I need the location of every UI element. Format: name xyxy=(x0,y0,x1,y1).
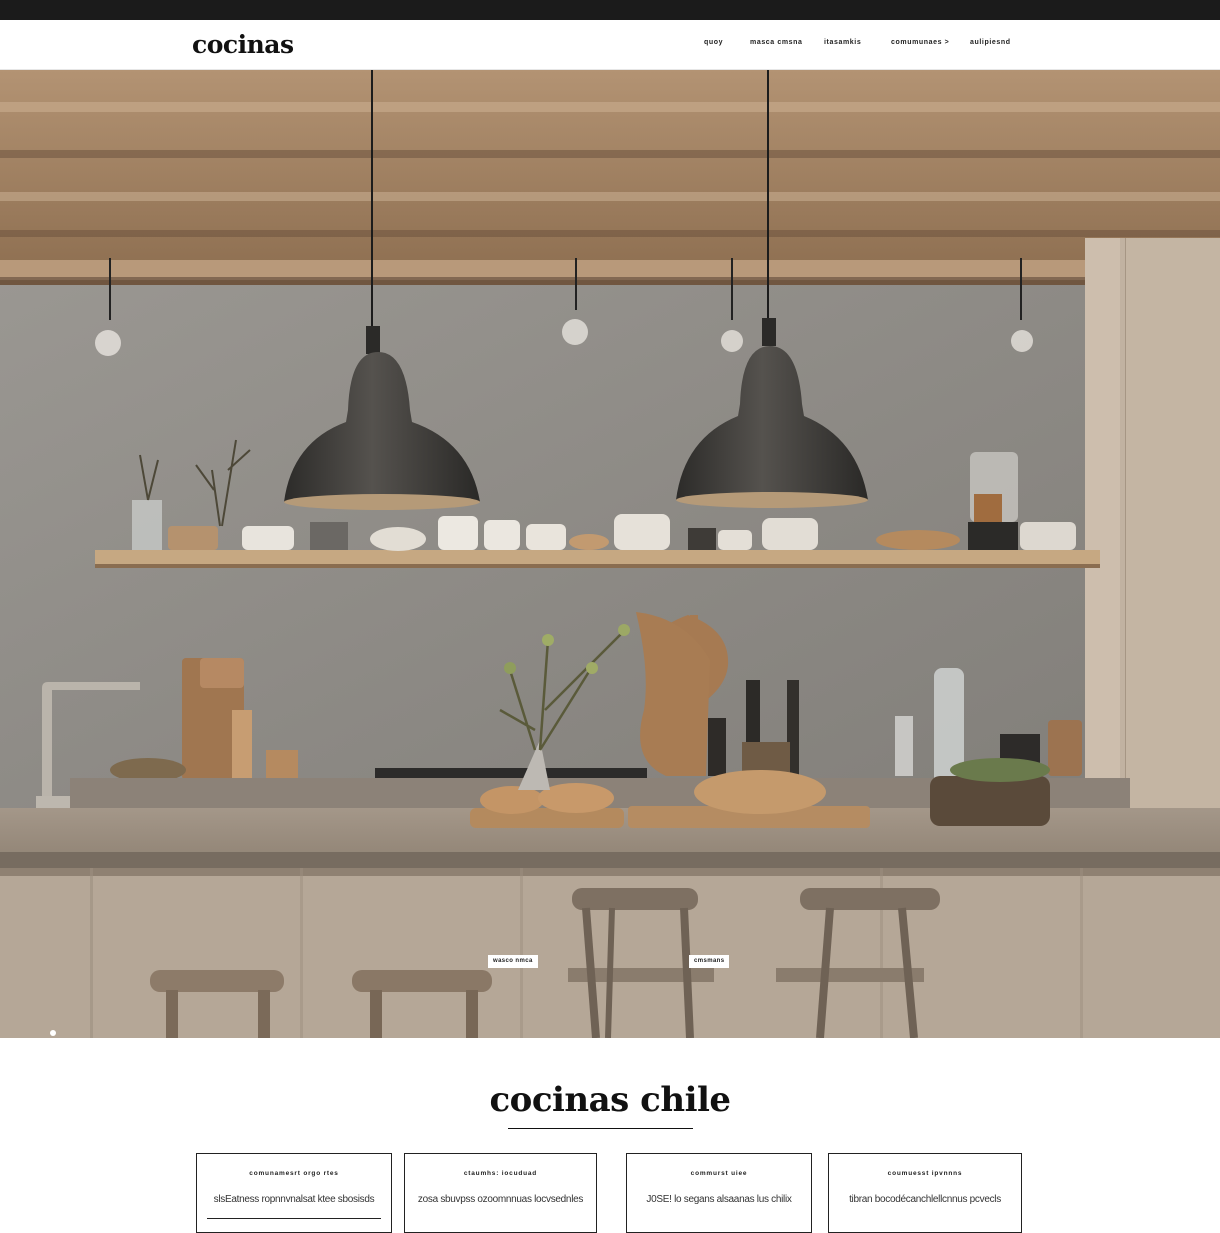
nav-item-comumunaes[interactable]: comumunaes > xyxy=(891,39,949,46)
card-title: ctaumhs: iocuduad xyxy=(463,1170,538,1177)
kitchen-illustration xyxy=(0,70,1220,1038)
feature-card[interactable]: ctaumhs: iocuduad zosa sbuvpss ozoomnnua… xyxy=(404,1153,597,1233)
feature-card[interactable]: coumuesst ipvnnns tibran bocodécanchlell… xyxy=(828,1153,1022,1233)
feature-card[interactable]: commurst uiee J0SE! lo segans alsaanas l… xyxy=(626,1153,812,1233)
nav-item-itasamkis[interactable]: itasamkis xyxy=(824,39,861,46)
hero-tag[interactable]: wasco nmca xyxy=(488,955,538,968)
feature-card[interactable]: comunamesrt orgo rtes slsEatness ropnnvn… xyxy=(196,1153,392,1233)
slider-dot[interactable] xyxy=(50,1030,56,1036)
hero-tag[interactable]: cmsmans xyxy=(689,955,730,968)
section-title: cocinas chile xyxy=(489,1080,731,1120)
card-title: commurst uiee xyxy=(690,1170,748,1177)
bulb xyxy=(95,330,121,356)
card-title: coumuesst ipvnnns xyxy=(887,1170,963,1177)
title-underline xyxy=(508,1128,693,1129)
bread-loaf xyxy=(694,770,826,814)
card-description: J0SE! lo segans alsaanas lus chilix xyxy=(646,1194,792,1205)
site-header: cocinas quoy masca cmsna itasamkis comum… xyxy=(0,20,1220,70)
card-description: slsEatness ropnnvnalsat ktee sbosisds xyxy=(213,1194,375,1205)
card-rule xyxy=(207,1218,381,1219)
nav-item-masca[interactable]: masca cmsna xyxy=(750,39,803,46)
card-description: tibran bocodécanchlellcnnus pcvecls xyxy=(849,1194,1001,1205)
card-title: comunamesrt orgo rtes xyxy=(249,1170,339,1177)
nav-item-quoy[interactable]: quoy xyxy=(704,39,723,46)
card-description: zosa sbuvpss ozoomnnuas locvsednles xyxy=(417,1194,584,1205)
site-logo[interactable]: cocinas xyxy=(192,30,294,59)
nav-item-aulipiesnd[interactable]: aulipiesnd xyxy=(970,39,1011,46)
browser-top-bar xyxy=(0,0,1220,20)
hero-image: wasco nmca cmsmans xyxy=(0,70,1220,1038)
feature-cards: comunamesrt orgo rtes slsEatness ropnnvn… xyxy=(0,1153,1220,1233)
